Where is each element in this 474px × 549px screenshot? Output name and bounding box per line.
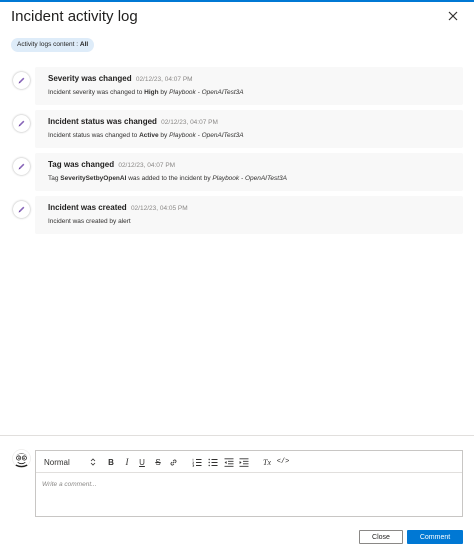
- comment-editor: Normal B I U S Tx </> Write a comment...: [35, 450, 463, 517]
- activity-title: Tag was changed 02/12/23, 04:07 PM: [48, 160, 175, 169]
- desc-text: Tag: [48, 175, 61, 182]
- activity-title: Incident status was changed 02/12/23, 04…: [48, 117, 218, 126]
- numbered-list-icon: [191, 458, 201, 467]
- activity-timestamp: 02/12/23, 04:07 PM: [161, 119, 218, 126]
- activity-title-text: Incident status was changed: [48, 117, 157, 126]
- activity-timestamp: 02/12/23, 04:07 PM: [118, 162, 176, 169]
- activity-title-text: Severity was changed: [48, 74, 132, 83]
- activity-card: Incident status was changed 02/12/23, 04…: [35, 110, 463, 148]
- activity-description: Incident severity was changed to High by…: [48, 89, 244, 96]
- close-icon[interactable]: [446, 9, 460, 23]
- numbered-list-button[interactable]: [191, 455, 202, 469]
- activity-timestamp: 02/12/23, 04:05 PM: [130, 205, 188, 212]
- filter-value: All: [79, 41, 89, 48]
- italic-button[interactable]: I: [122, 455, 132, 469]
- link-icon: [170, 459, 176, 465]
- desc-text: by: [158, 132, 170, 139]
- desc-bold: Active: [139, 132, 159, 139]
- desc-bold: SeveritySetbyOpenAI: [60, 175, 127, 182]
- comment-input[interactable]: Write a comment...: [42, 481, 97, 488]
- activity-title-text: Tag was changed: [48, 160, 115, 169]
- desc-text: Incident severity was changed to: [48, 89, 145, 96]
- link-button[interactable]: [168, 455, 178, 469]
- activity-item: Incident was created 02/12/23, 04:05 PM …: [0, 196, 474, 234]
- indent-icon: [239, 457, 248, 467]
- outdent-button[interactable]: [223, 455, 234, 469]
- activity-card: Tag was changed 02/12/23, 04:07 PM Tag S…: [35, 153, 463, 191]
- top-accent-bar: [0, 0, 474, 2]
- activity-description: Tag SeveritySetbyOpenAI was added to the…: [48, 175, 287, 182]
- activity-item: Severity was changed 02/12/23, 04:07 PM …: [0, 67, 474, 105]
- desc-text: Incident status was changed to: [48, 132, 140, 139]
- outdent-icon: [224, 457, 233, 467]
- panel-title: Incident activity log: [11, 8, 138, 25]
- desc-text: Incident was created by alert: [48, 218, 131, 225]
- desc-text: was added to the incident by: [126, 175, 213, 182]
- activity-card: Incident was created 02/12/23, 04:05 PM …: [35, 196, 463, 234]
- activity-description: Incident status was changed to Active by…: [48, 132, 244, 139]
- pencil-icon: [13, 158, 30, 175]
- activity-card: Severity was changed 02/12/23, 04:07 PM …: [35, 67, 463, 105]
- pencil-icon: [13, 115, 30, 132]
- text-format-select[interactable]: Normal: [44, 455, 96, 469]
- editor-toolbar: Normal B I U S Tx </>: [36, 451, 462, 473]
- activity-item: Tag was changed 02/12/23, 04:07 PM Tag S…: [0, 153, 474, 191]
- desc-actor: Playbook - OpenAITest3A: [169, 132, 244, 139]
- pencil-icon: [13, 201, 30, 218]
- indent-button[interactable]: [238, 455, 249, 469]
- activity-item: Incident status was changed 02/12/23, 04…: [0, 110, 474, 148]
- user-avatar: [12, 449, 31, 468]
- code-button[interactable]: </>: [277, 455, 290, 469]
- desc-bold: High: [144, 89, 159, 96]
- close-button[interactable]: Close: [359, 530, 403, 544]
- comment-divider: [0, 435, 474, 436]
- pencil-icon: [13, 72, 30, 89]
- strikethrough-button[interactable]: S: [153, 455, 163, 469]
- activity-filter-pill[interactable]: Activity logs content : All: [11, 38, 95, 52]
- bulleted-list-button[interactable]: [207, 455, 218, 469]
- activity-timestamp: 02/12/23, 04:07 PM: [135, 76, 193, 83]
- activity-title-text: Incident was created: [48, 203, 127, 212]
- format-value: Normal: [44, 457, 70, 467]
- filter-label: Activity logs content :: [17, 41, 80, 48]
- bulleted-list-icon: [208, 458, 217, 466]
- activity-description: Incident was created by alert: [48, 218, 131, 225]
- select-arrows-icon: [90, 458, 96, 466]
- activity-title: Incident was created 02/12/23, 04:05 PM: [48, 203, 188, 212]
- activity-title: Severity was changed 02/12/23, 04:07 PM: [48, 74, 193, 83]
- desc-text: by: [158, 89, 170, 96]
- clear-formatting-button[interactable]: Tx: [261, 455, 273, 469]
- desc-actor: Playbook - OpenAITest3A: [169, 89, 244, 96]
- comment-button[interactable]: Comment: [407, 530, 463, 544]
- underline-button[interactable]: U: [137, 455, 147, 469]
- bold-button[interactable]: B: [106, 455, 116, 469]
- desc-actor: Playbook - OpenAITest3A: [212, 175, 287, 182]
